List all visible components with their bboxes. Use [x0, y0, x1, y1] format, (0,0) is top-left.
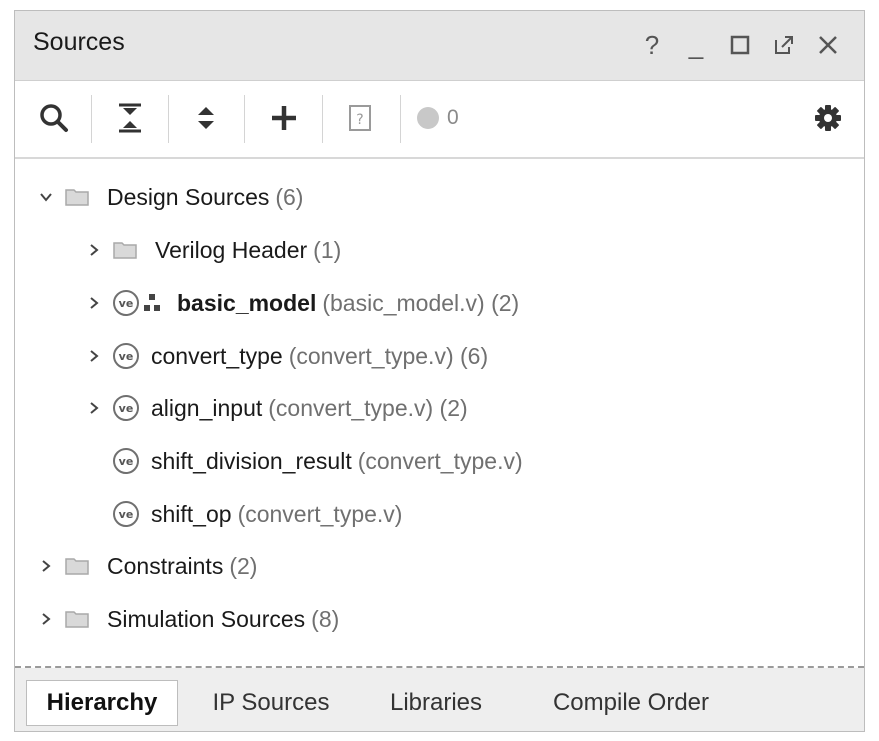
node-label: align_input — [151, 394, 263, 421]
tree-node-verilog-header[interactable]: Verilog Header (1) — [15, 228, 864, 272]
folder-icon — [65, 187, 89, 207]
toolbar-separator — [400, 95, 401, 143]
collapse-all-button[interactable] — [107, 93, 153, 143]
tree-node-constraints[interactable]: Constraints (2) — [15, 544, 864, 588]
node-label: basic_model — [177, 289, 317, 316]
help-icon: ? — [644, 29, 660, 60]
node-label: convert_type — [151, 342, 283, 369]
search-button[interactable] — [31, 93, 77, 143]
chevron-right-icon[interactable] — [83, 397, 105, 419]
tab-ip-sources[interactable]: IP Sources — [191, 680, 351, 726]
toolbar-separator — [244, 95, 245, 143]
collapse-all-icon — [119, 103, 141, 133]
verilog-module-icon: ve — [113, 290, 139, 316]
chevron-right-icon[interactable] — [83, 239, 105, 261]
tree-node-shift-op[interactable]: ve shift_op (convert_type.v) — [15, 492, 864, 536]
status-dot-icon — [417, 107, 439, 129]
settings-button[interactable] — [805, 93, 851, 143]
maximize-icon — [730, 35, 750, 55]
tab-compile-order[interactable]: Compile Order — [531, 680, 731, 726]
unknown-file-icon: ? — [349, 105, 371, 131]
node-file: (convert_type.v) — [357, 447, 523, 474]
help-button[interactable]: ? — [635, 25, 669, 65]
search-icon — [40, 104, 68, 132]
toolbar-separator — [168, 95, 169, 143]
bottom-tab-bar: Hierarchy IP Sources Libraries Compile O… — [15, 668, 864, 731]
chevron-down-icon[interactable] — [35, 186, 57, 208]
verilog-module-icon: ve — [113, 395, 139, 421]
tree-node-basic-model[interactable]: ve basic_model (basic_model.v) (2) — [15, 281, 864, 325]
node-label: Simulation Sources — [107, 605, 306, 632]
verilog-module-icon: ve — [113, 448, 139, 474]
sources-toolbar: ? 0 — [15, 81, 864, 159]
add-icon — [272, 106, 296, 130]
node-label: Design Sources — [107, 183, 270, 210]
messages-status[interactable]: 0 — [417, 93, 487, 143]
sources-panel: Sources ? _ ? 0 Design Sources (6) Veril… — [14, 10, 865, 732]
node-count: (8) — [311, 605, 340, 632]
node-count: (1) — [313, 236, 342, 263]
source-tree: Design Sources (6) Verilog Header (1) ve — [15, 161, 864, 666]
node-file: (convert_type.v) (2) — [268, 394, 468, 421]
node-count: (6) — [275, 183, 304, 210]
minimize-button[interactable]: _ — [679, 25, 713, 65]
float-icon — [775, 36, 793, 54]
gear-icon — [815, 105, 841, 131]
unknown-file-button[interactable]: ? — [337, 93, 383, 143]
verilog-module-icon: ve — [113, 501, 139, 527]
tree-node-convert-type[interactable]: ve convert_type (convert_type.v) (6) — [15, 334, 864, 378]
expand-all-button[interactable] — [183, 93, 229, 143]
folder-icon — [113, 240, 137, 260]
panel-title-bar: Sources ? _ — [15, 11, 864, 81]
tab-hierarchy[interactable]: Hierarchy — [26, 680, 178, 726]
node-file: (convert_type.v) (6) — [288, 342, 489, 369]
node-label: shift_division_result — [151, 447, 352, 474]
folder-icon — [65, 556, 89, 576]
node-file: (basic_model.v) (2) — [322, 289, 520, 316]
tree-node-shift-division-result[interactable]: ve shift_division_result (convert_type.v… — [15, 439, 864, 483]
chevron-right-icon[interactable] — [83, 345, 105, 367]
close-button[interactable] — [811, 25, 845, 65]
message-count: 0 — [447, 106, 459, 129]
node-label: Constraints — [107, 552, 224, 579]
maximize-button[interactable] — [723, 25, 757, 65]
chevron-right-icon[interactable] — [35, 555, 57, 577]
tree-node-simulation-sources[interactable]: Simulation Sources (8) — [15, 597, 864, 641]
svg-text:?: ? — [356, 112, 363, 128]
chevron-right-icon[interactable] — [83, 292, 105, 314]
folder-icon — [65, 609, 89, 629]
tab-libraries[interactable]: Libraries — [373, 680, 499, 726]
node-file: (convert_type.v) — [237, 500, 403, 527]
add-sources-button[interactable] — [261, 93, 307, 143]
chevron-right-icon[interactable] — [35, 608, 57, 630]
top-module-icon — [143, 293, 161, 313]
close-icon — [819, 36, 837, 54]
expand-all-icon — [198, 107, 214, 129]
tree-node-design-sources[interactable]: Design Sources (6) — [15, 175, 864, 219]
toolbar-separator — [322, 95, 323, 143]
minimize-icon: _ — [688, 29, 704, 60]
node-label: Verilog Header — [155, 236, 308, 263]
tree-node-align-input[interactable]: ve align_input (convert_type.v) (2) — [15, 386, 864, 430]
float-button[interactable] — [767, 25, 801, 65]
node-count: (2) — [229, 552, 258, 579]
verilog-module-icon: ve — [113, 343, 139, 369]
node-label: shift_op — [151, 500, 232, 527]
toolbar-separator — [91, 95, 92, 143]
panel-title: Sources — [33, 28, 125, 56]
